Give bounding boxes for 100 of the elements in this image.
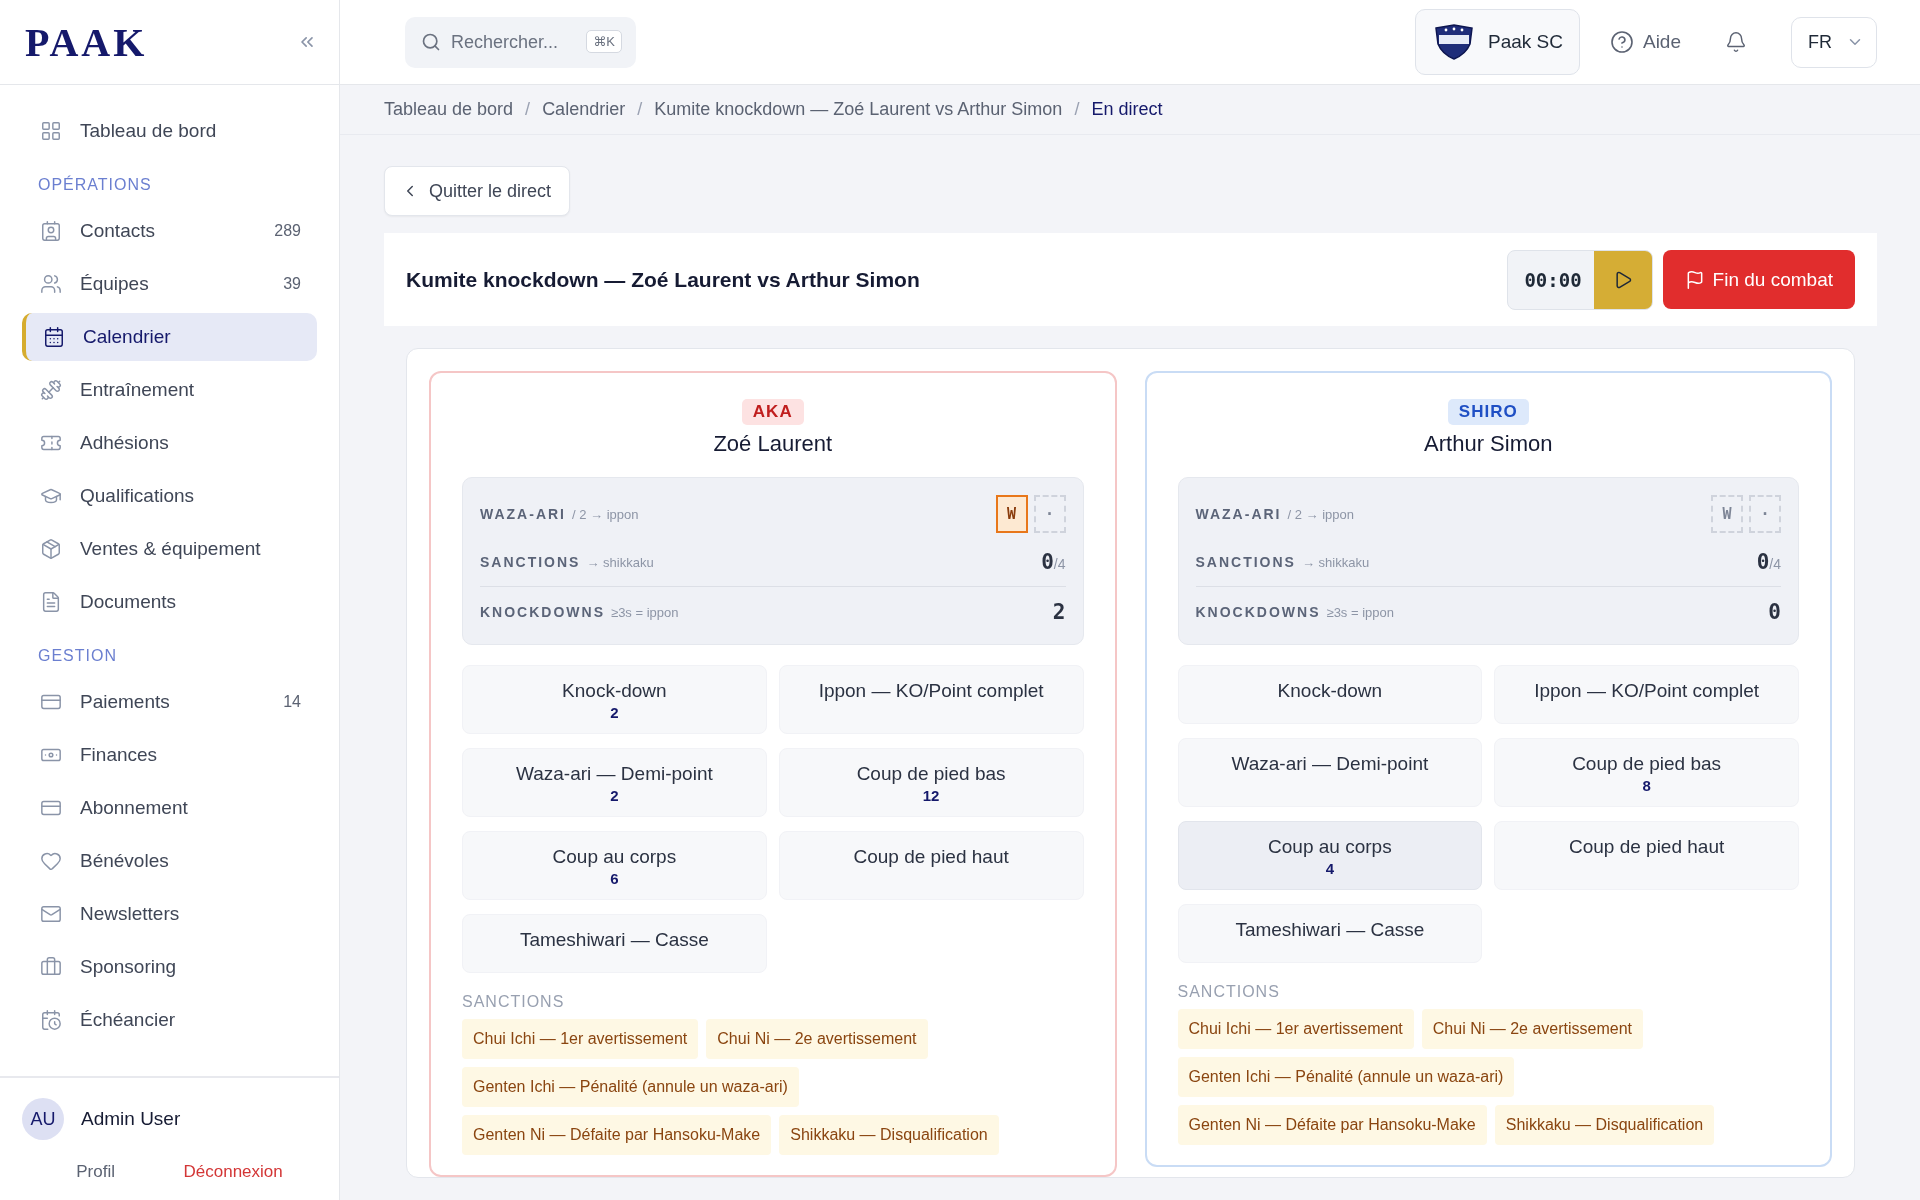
sanction-button[interactable]: Chui Ichi — 1er avertissement xyxy=(1177,1009,1414,1049)
nav-item[interactable]: Finances xyxy=(22,731,317,779)
nav-count: 289 xyxy=(274,222,301,240)
stat-value: 2 xyxy=(1052,599,1066,624)
stat-value: 0 xyxy=(1756,550,1770,574)
shield-icon xyxy=(1432,24,1476,60)
action-count: 12 xyxy=(922,787,940,804)
nav-item[interactable]: Échéancier xyxy=(22,996,317,1044)
help-link[interactable]: Aide xyxy=(1609,30,1681,54)
sanction-button[interactable]: Chui Ni — 2e avertissement xyxy=(706,1019,928,1059)
stat-value: 0 xyxy=(1041,550,1054,574)
nav-item[interactable]: Newsletters xyxy=(22,890,317,938)
nav-item[interactable]: Bénévoles xyxy=(22,837,317,885)
play-button[interactable] xyxy=(1593,250,1652,309)
club-button[interactable]: Paak SC xyxy=(1415,9,1580,75)
waza-ari-slot: W xyxy=(1711,495,1743,533)
calendar-clock-icon xyxy=(40,1009,62,1031)
action-button[interactable]: Coup au corps 6 xyxy=(462,831,767,900)
nav-count: 39 xyxy=(283,275,301,293)
nav-item[interactable]: Ventes & équipement xyxy=(22,525,317,573)
help-icon xyxy=(1609,30,1634,54)
section-title: SANCTIONS xyxy=(462,993,566,1011)
stat-label: SANCTIONS xyxy=(480,554,581,570)
nav-item[interactable]: Adhésions xyxy=(22,419,317,467)
breadcrumb-separator: / xyxy=(525,99,531,120)
box-icon xyxy=(40,538,62,560)
nav-item[interactable]: Sponsoring xyxy=(22,943,317,991)
side-tag: AKA xyxy=(741,399,804,425)
back-button[interactable]: Quitter le direct xyxy=(384,166,571,216)
action-button[interactable]: Ippon — KO/Point complet xyxy=(1494,665,1799,724)
nav-item[interactable]: Équipes 39 xyxy=(22,260,317,308)
language-select[interactable]: FR xyxy=(1791,16,1877,68)
sanction-button[interactable]: Genten Ichi — Pénalité (annule un waza-ari) xyxy=(462,1067,799,1107)
side-tag: SHIRO xyxy=(1447,399,1529,425)
sanction-button[interactable]: Genten Ichi — Pénalité (annule un waza-ari) xyxy=(1177,1057,1515,1097)
calendar-icon xyxy=(43,326,65,348)
fighter-name: Arthur Simon xyxy=(1423,431,1554,457)
stat-hint: ≥3s = ippon xyxy=(1326,604,1394,620)
nav-item[interactable]: Entraînement xyxy=(22,366,317,414)
sanction-button[interactable]: Genten Ni — Défaite par Hansoku-Make xyxy=(1177,1105,1487,1145)
people-icon xyxy=(40,273,62,295)
stat-max: /4 xyxy=(1769,556,1781,572)
nav-item[interactable]: Paiements 14 xyxy=(22,678,317,726)
breadcrumb-link[interactable]: En direct xyxy=(1091,99,1163,120)
stat-hint: → shikkaku xyxy=(1301,555,1370,570)
action-count: 4 xyxy=(1325,860,1335,877)
action-count: 6 xyxy=(610,870,619,887)
breadcrumb-link[interactable]: Tableau de bord xyxy=(384,99,514,120)
action-button[interactable]: Waza-ari — Demi-point xyxy=(1177,738,1483,807)
breadcrumb-separator: / xyxy=(637,99,643,120)
stat-hint: / 2 → ippon xyxy=(1287,507,1354,522)
nav-item[interactable]: Calendrier xyxy=(22,313,317,361)
action-button[interactable]: Ippon — KO/Point complet xyxy=(778,665,1084,734)
search-icon xyxy=(421,31,441,52)
breadcrumb-link[interactable]: Kumite knockdown — Zoé Laurent vs Arthur Simon xyxy=(654,99,1063,120)
sanction-button[interactable]: Chui Ni — 2e avertissement xyxy=(1421,1009,1643,1049)
action-button[interactable]: Waza-ari — Demi-point 2 xyxy=(462,748,767,817)
breadcrumb-separator: / xyxy=(1074,99,1080,120)
action-button[interactable]: Coup de pied bas 12 xyxy=(778,748,1084,817)
sanction-button[interactable]: Shikkaku — Disqualification xyxy=(779,1115,999,1155)
heart-icon xyxy=(40,850,62,872)
fighter-name: Zoé Laurent xyxy=(712,431,834,457)
match-title: Kumite knockdown — Zoé Laurent vs Arthur Simon xyxy=(406,267,921,292)
sanction-button[interactable]: Shikkaku — Disqualification xyxy=(1494,1105,1715,1145)
action-button[interactable]: Coup au corps 4 xyxy=(1177,821,1483,890)
section-title: SANCTIONS xyxy=(1177,983,1281,1001)
action-count: 2 xyxy=(610,704,619,721)
nav-item[interactable]: Qualifications xyxy=(22,472,317,520)
stat-label: WAZA-ARI xyxy=(480,506,566,522)
stat-label: KNOCKDOWNS xyxy=(480,603,605,620)
stat-max: /4 xyxy=(1053,556,1066,572)
nav-item[interactable]: Contacts 289 xyxy=(22,207,317,255)
nav-item[interactable]: Abonnement xyxy=(22,784,317,832)
document-icon xyxy=(40,591,62,613)
breadcrumb-link[interactable]: Calendrier xyxy=(542,99,626,120)
action-button[interactable]: Coup de pied haut xyxy=(1494,821,1799,890)
dumbbell-icon xyxy=(40,379,62,401)
action-button[interactable]: Coup de pied haut xyxy=(778,831,1084,900)
id-card-icon xyxy=(40,220,62,242)
action-button[interactable]: Knock-down xyxy=(1177,665,1483,724)
action-button[interactable]: Knock-down 2 xyxy=(462,665,767,734)
stat-hint: ≥3s = ippon xyxy=(611,604,679,620)
stat-value: 0 xyxy=(1768,599,1781,624)
end-match-button[interactable]: Fin du combat xyxy=(1662,250,1855,309)
section-title: OPÉRATIONS xyxy=(37,174,153,195)
nav-item[interactable]: Tableau de bord xyxy=(22,107,317,155)
action-button[interactable]: Tameshiwari — Casse xyxy=(1177,904,1483,963)
user-link[interactable]: Profil xyxy=(76,1162,115,1182)
sanction-button[interactable]: Chui Ichi — 1er avertissement xyxy=(462,1019,699,1059)
sanction-button[interactable]: Genten Ni — Défaite par Hansoku-Make xyxy=(462,1115,772,1155)
action-button[interactable]: Coup de pied bas 8 xyxy=(1494,738,1799,807)
avatar: AU xyxy=(22,1098,64,1140)
action-button[interactable]: Tameshiwari — Casse xyxy=(462,914,767,973)
waza-ari-slot: · xyxy=(1033,495,1066,533)
section-title: GESTION xyxy=(37,646,118,666)
waza-ari-slot: · xyxy=(1749,495,1781,533)
envelope-icon xyxy=(40,903,62,925)
stat-label: WAZA-ARI xyxy=(1195,506,1282,522)
user-link[interactable]: Déconnexion xyxy=(183,1162,283,1182)
nav-item[interactable]: Documents xyxy=(22,578,317,626)
